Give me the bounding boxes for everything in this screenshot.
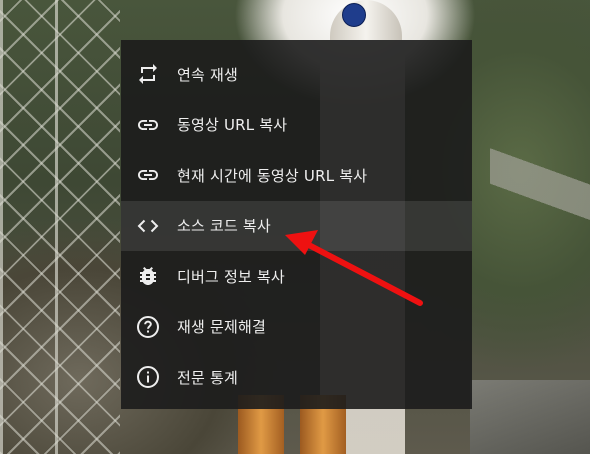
menu-item-copy-embed-code[interactable]: 소스 코드 복사 [121, 200, 472, 251]
code-brackets-icon [136, 214, 160, 238]
info-circle-icon [136, 365, 160, 389]
video-context-menu: 연속 재생 동영상 URL 복사 현재 시간에 동영상 URL 복사 소스 코드… [121, 40, 472, 409]
launch-tower [0, 0, 120, 454]
launch-platform [470, 380, 590, 454]
road [490, 90, 590, 290]
menu-item-label: 재생 문제해결 [177, 318, 266, 337]
menu-item-copy-debug-info[interactable]: 디버그 정보 복사 [121, 251, 472, 302]
menu-item-label: 전문 통계 [177, 368, 238, 387]
menu-item-copy-video-url[interactable]: 동영상 URL 복사 [121, 100, 472, 151]
menu-item-label: 연속 재생 [177, 65, 238, 84]
menu-item-label: 소스 코드 복사 [177, 217, 271, 236]
menu-item-copy-video-url-at-time[interactable]: 현재 시간에 동영상 URL 복사 [121, 150, 472, 201]
menu-item-loop[interactable]: 연속 재생 [121, 49, 472, 100]
nasa-logo [342, 3, 366, 27]
link-icon [136, 113, 160, 137]
menu-item-label: 디버그 정보 복사 [177, 267, 285, 286]
menu-item-label: 동영상 URL 복사 [177, 116, 288, 135]
link-icon [136, 163, 160, 187]
rocket-body [330, 0, 402, 40]
menu-item-label: 현재 시간에 동영상 URL 복사 [177, 166, 368, 185]
bug-icon [136, 264, 160, 288]
menu-item-troubleshoot-playback[interactable]: 재생 문제해결 [121, 302, 472, 353]
question-circle-icon [136, 315, 160, 339]
loop-icon [136, 62, 160, 86]
menu-item-stats-for-nerds[interactable]: 전문 통계 [121, 352, 472, 403]
